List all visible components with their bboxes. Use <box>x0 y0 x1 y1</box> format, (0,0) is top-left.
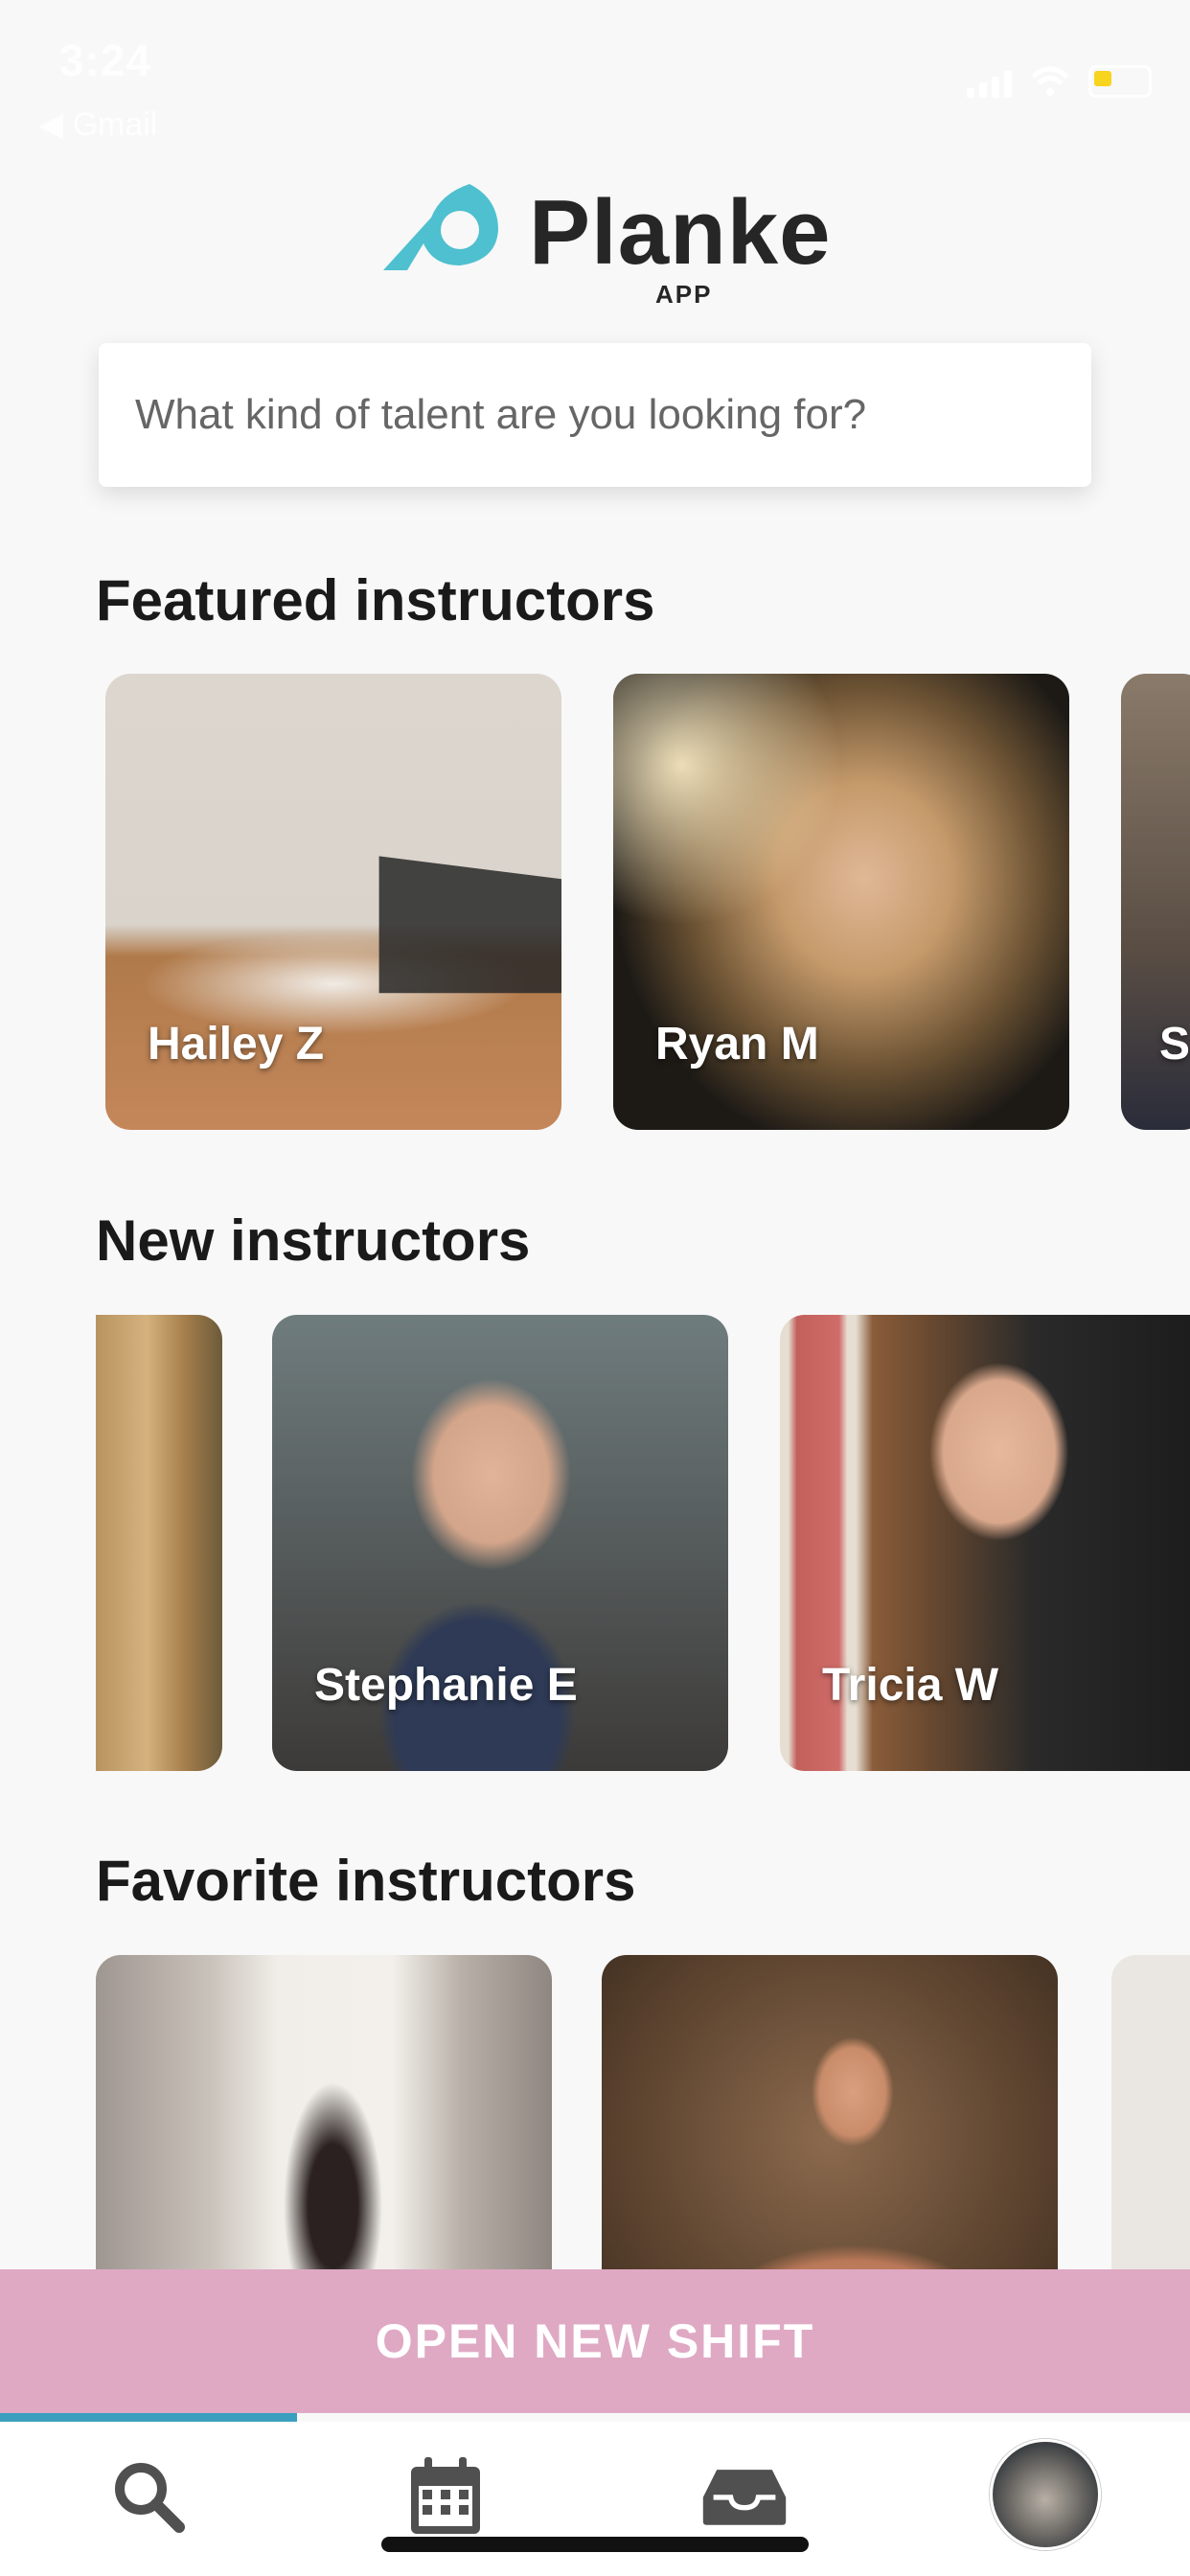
instructor-card[interactable]: Hailey Z <box>105 674 561 1130</box>
profile-avatar[interactable] <box>990 2439 1101 2550</box>
talent-search-input[interactable] <box>99 343 1091 487</box>
featured-section-title: Featured instructors <box>96 568 655 632</box>
planke-logo-icon <box>383 184 498 270</box>
search-icon <box>115 2463 185 2533</box>
calendar-icon <box>411 2457 480 2534</box>
status-time: 3:24 <box>59 35 152 85</box>
favorite-section-title: Favorite instructors <box>96 1849 636 1913</box>
scroll-progress-bar <box>0 2413 297 2422</box>
inbox-icon <box>702 2470 787 2525</box>
instructor-card[interactable]: Tricia W <box>780 1315 1190 1771</box>
instructor-card[interactable] <box>96 1315 222 1771</box>
new-section-title: New instructors <box>96 1208 531 1273</box>
instructor-card[interactable]: S <box>1121 674 1190 1130</box>
instructor-card[interactable]: Ryan M <box>613 674 1069 1130</box>
instructor-name: S <box>1159 1019 1190 1070</box>
signal-icon <box>967 65 1012 98</box>
brand-name: Planke <box>529 181 832 284</box>
tab-inbox[interactable] <box>701 2453 788 2540</box>
wifi-icon <box>1031 66 1069 96</box>
instructor-name: Tricia W <box>822 1660 999 1711</box>
open-new-shift-button[interactable]: OPEN NEW SHIFT <box>0 2269 1190 2413</box>
instructor-card[interactable]: Stephanie E <box>272 1315 728 1771</box>
home-indicator <box>381 2537 809 2552</box>
tab-schedule[interactable] <box>402 2453 489 2540</box>
tab-search[interactable] <box>105 2453 192 2540</box>
battery-icon <box>1088 65 1152 98</box>
instructor-name: Hailey Z <box>148 1019 325 1070</box>
back-to-app-link[interactable]: ◀ Gmail <box>38 105 157 144</box>
instructor-name: Ryan M <box>655 1019 819 1070</box>
brand-subtitle: APP <box>655 280 713 309</box>
instructor-name: Stephanie E <box>314 1660 578 1711</box>
status-icons <box>967 65 1152 98</box>
